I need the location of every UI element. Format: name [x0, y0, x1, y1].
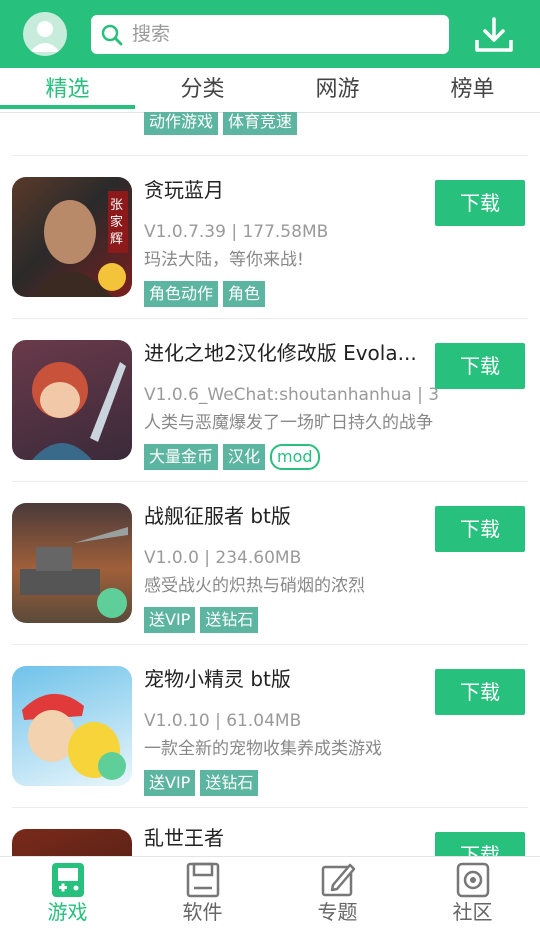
tag: 送VIP — [144, 607, 196, 633]
tag: 汉化 — [223, 444, 266, 470]
tab-indicator — [0, 105, 135, 109]
icon-caption: 张家辉 — [110, 198, 124, 247]
app-name: 贪玩蓝月 — [144, 178, 224, 202]
app-description: 玛法大陆，等你来战! — [144, 250, 304, 270]
edit-icon — [321, 863, 355, 897]
download-button[interactable]: 下载 — [435, 180, 525, 226]
app-list[interactable]: 动作游戏 体育竞速 张家辉 贪玩蓝月 V1.0.7.39 | 177.58MB … — [0, 112, 540, 856]
tab-online-games[interactable]: 网游 — [270, 68, 405, 112]
list-item[interactable]: 进化之地2汉化修改版 Evola... V1.0.6_WeChat:shouta… — [0, 319, 540, 482]
camera-icon — [456, 862, 489, 898]
game-art-icon — [32, 362, 126, 460]
tag-list: 角色动作 角色 — [144, 281, 266, 307]
bottom-nav: 游戏 软件 专题 社区 — [0, 856, 540, 929]
mod-tag: mod — [270, 444, 320, 470]
list-item[interactable]: 宠物小精灵 bt版 V1.0.10 | 61.04MB 一款全新的宠物收集养成类… — [0, 645, 540, 808]
floppy-icon — [186, 862, 219, 898]
app-icon[interactable]: 张家辉 — [12, 177, 132, 297]
list-item: 动作游戏 体育竞速 — [0, 112, 540, 155]
nav-community[interactable]: 社区 — [405, 857, 540, 929]
app-name: 进化之地2汉化修改版 Evola... — [144, 341, 417, 365]
list-item[interactable]: 张家辉 贪玩蓝月 V1.0.7.39 | 177.58MB 玛法大陆，等你来战!… — [0, 156, 540, 319]
tab-categories[interactable]: 分类 — [135, 68, 270, 112]
nav-label: 社区 — [452, 900, 493, 924]
app-name: 乱世王者 — [144, 826, 224, 850]
download-manager-icon[interactable] — [474, 16, 514, 54]
tag-list: 送VIP 送钻石 — [144, 770, 259, 796]
tab-rankings[interactable]: 榜单 — [405, 68, 540, 112]
app-description: 感受战火的炽热与硝烟的浓烈 — [144, 576, 365, 596]
app-name: 战舰征服者 bt版 — [144, 504, 291, 528]
search-icon — [101, 24, 123, 46]
download-button[interactable]: 下载 — [435, 669, 525, 715]
gamepad-icon — [51, 863, 84, 897]
nav-topics[interactable]: 专题 — [270, 857, 405, 929]
nav-software[interactable]: 软件 — [135, 857, 270, 929]
tag-list: 大量金币 汉化 mod — [144, 444, 320, 470]
tag: 大量金币 — [144, 444, 219, 470]
tag: 角色 — [223, 281, 266, 307]
tag: 角色动作 — [144, 281, 219, 307]
tag-list: 动作游戏 体育竞速 — [144, 112, 298, 135]
app-icon[interactable] — [12, 829, 132, 856]
nav-label: 软件 — [182, 900, 223, 924]
list-item[interactable]: 乱世王者 下载 — [0, 808, 540, 856]
list-item[interactable]: 战舰征服者 bt版 V1.0.0 | 234.60MB 感受战火的炽热与硝烟的浓… — [0, 482, 540, 645]
tag: 送VIP — [144, 770, 196, 796]
app-icon[interactable] — [12, 503, 132, 623]
user-icon — [30, 21, 60, 52]
app-description: 一款全新的宠物收集养成类游戏 — [144, 739, 382, 759]
download-button[interactable]: 下载 — [435, 343, 525, 389]
download-button[interactable]: 下载 — [435, 832, 525, 856]
game-art-icon — [20, 527, 128, 618]
search-placeholder: 搜索 — [132, 23, 171, 45]
nav-label: 专题 — [317, 900, 358, 924]
tag: 体育竞速 — [223, 112, 298, 135]
tag-list: 送VIP 送钻石 — [144, 607, 259, 633]
app-name: 宠物小精灵 bt版 — [144, 667, 291, 691]
nav-games[interactable]: 游戏 — [0, 857, 135, 929]
game-art-icon — [22, 693, 126, 780]
tag: 动作游戏 — [144, 112, 219, 135]
tag: 送钻石 — [200, 770, 259, 796]
avatar[interactable] — [23, 12, 67, 56]
download-button[interactable]: 下载 — [435, 506, 525, 552]
tag: 送钻石 — [200, 607, 259, 633]
top-bar: 搜索 — [0, 0, 540, 68]
app-description: 人类与恶魔爆发了一场旷日持久的战争 — [144, 413, 433, 433]
app-icon[interactable] — [12, 666, 132, 786]
app-icon[interactable] — [12, 340, 132, 460]
nav-label: 游戏 — [47, 900, 88, 924]
search-box[interactable]: 搜索 — [91, 15, 449, 54]
